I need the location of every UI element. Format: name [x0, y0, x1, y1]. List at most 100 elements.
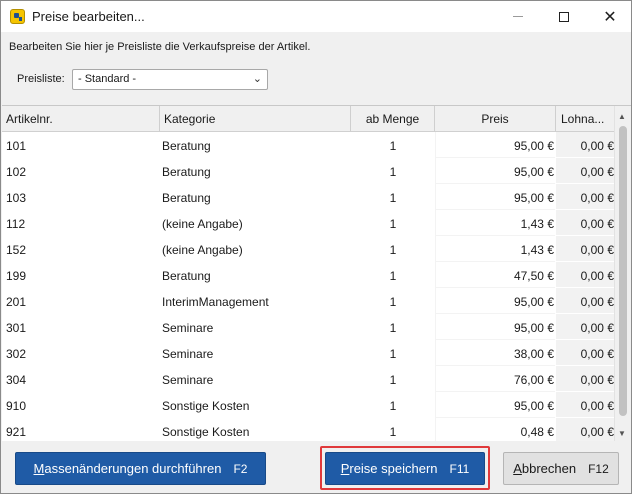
cell-lohnanteil[interactable]: 0,00 € [556, 236, 614, 262]
table-row[interactable]: 101 Beratung 1 95,00 €0,00 € [2, 132, 614, 158]
intro-text: Bearbeiten Sie hier je Preisliste die Ve… [9, 41, 311, 53]
save-mnemonic: P [340, 461, 350, 476]
cancel-shortcut: F12 [588, 461, 609, 476]
dialog-window: Preise bearbeiten... ✕ Bearbeiten Sie hi… [0, 0, 632, 494]
cell-preis[interactable]: 38,00 € [435, 340, 555, 366]
cell-ab-menge[interactable]: 1 [352, 132, 434, 158]
cancel-mnemonic: A [513, 461, 522, 476]
cell-lohnanteil[interactable]: 0,00 € [556, 262, 614, 288]
preisliste-select[interactable]: - Standard - ⌄ [72, 69, 268, 90]
cell-artikelnr: 101 [6, 139, 27, 153]
cell-lohnanteil[interactable]: 0,00 € [556, 184, 614, 210]
window-title: Preise bearbeiten... [32, 9, 145, 24]
mass-change-shortcut: F2 [233, 461, 248, 476]
cell-preis[interactable]: 1,43 € [435, 236, 555, 262]
cell-ab-menge[interactable]: 1 [352, 262, 434, 288]
table-header: Artikelnr. Kategorie ab Menge Preis Lohn… [2, 106, 614, 132]
vertical-scrollbar[interactable]: ▲ ▼ [614, 106, 631, 441]
cell-lohnanteil[interactable]: 0,00 € [556, 392, 614, 418]
cell-ab-menge[interactable]: 1 [352, 210, 434, 236]
cancel-button[interactable]: Abbrechen F12 [503, 452, 619, 485]
cell-preis[interactable]: 76,00 € [435, 366, 555, 392]
cell-artikelnr: 199 [6, 269, 27, 283]
cell-preis[interactable]: 95,00 € [435, 132, 555, 158]
table-row[interactable]: 301 Seminare 1 95,00 €0,00 € [2, 314, 614, 340]
preisliste-label: Preisliste: [17, 73, 65, 85]
table-row[interactable]: 921 Sonstige Kosten 1 0,48 €0,00 € [2, 418, 614, 441]
cell-kategorie: Seminare [162, 373, 214, 387]
cell-kategorie: Sonstige Kosten [162, 425, 250, 439]
cell-artikelnr: 103 [6, 191, 27, 205]
minimize-icon [513, 16, 523, 17]
maximize-icon [559, 11, 569, 22]
cell-preis[interactable]: 95,00 € [435, 184, 555, 210]
minimize-button[interactable] [495, 1, 541, 32]
cell-kategorie: InterimManagement [162, 295, 269, 309]
cell-lohnanteil[interactable]: 0,00 € [556, 158, 614, 184]
table-row[interactable]: 152 (keine Angabe) 1 1,43 €0,00 € [2, 236, 614, 262]
cell-artikelnr: 152 [6, 243, 27, 257]
cell-preis[interactable]: 1,43 € [435, 210, 555, 236]
column-header-lohnanteil[interactable]: Lohna... [556, 106, 614, 132]
cell-ab-menge[interactable]: 1 [352, 288, 434, 314]
column-header-artikelnr[interactable]: Artikelnr. [2, 106, 160, 132]
mass-change-label: assenänderungen durchführen [44, 461, 222, 476]
mass-change-button[interactable]: Massenänderungen durchführen F2 [15, 452, 266, 485]
cell-kategorie: Beratung [162, 165, 211, 179]
cell-lohnanteil[interactable]: 0,00 € [556, 288, 614, 314]
scroll-down-icon[interactable]: ▼ [618, 429, 626, 438]
cell-artikelnr: 112 [6, 217, 26, 231]
save-label: reise speichern [349, 461, 438, 476]
cell-preis[interactable]: 95,00 € [435, 392, 555, 418]
scrollbar-thumb[interactable] [619, 126, 627, 416]
cell-preis[interactable]: 95,00 € [435, 288, 555, 314]
cell-kategorie: Beratung [162, 269, 211, 283]
cell-lohnanteil[interactable]: 0,00 € [556, 340, 614, 366]
cell-preis[interactable]: 0,48 € [435, 418, 555, 441]
close-icon: ✕ [603, 8, 617, 26]
table-row[interactable]: 302 Seminare 1 38,00 €0,00 € [2, 340, 614, 366]
preisliste-selected-value: - Standard - [78, 73, 137, 85]
price-table: Artikelnr. Kategorie ab Menge Preis Lohn… [2, 105, 631, 441]
cell-ab-menge[interactable]: 1 [352, 314, 434, 340]
table-row[interactable]: 112 (keine Angabe) 1 1,43 €0,00 € [2, 210, 614, 236]
close-button[interactable]: ✕ [587, 1, 632, 32]
cell-lohnanteil[interactable]: 0,00 € [556, 314, 614, 340]
cell-lohnanteil[interactable]: 0,00 € [556, 366, 614, 392]
table-row[interactable]: 304 Seminare 1 76,00 €0,00 € [2, 366, 614, 392]
cell-ab-menge[interactable]: 1 [352, 236, 434, 262]
column-header-preis[interactable]: Preis [435, 106, 556, 132]
cell-ab-menge[interactable]: 1 [352, 340, 434, 366]
cell-lohnanteil[interactable]: 0,00 € [556, 210, 614, 236]
cell-preis[interactable]: 95,00 € [435, 314, 555, 340]
app-icon [10, 9, 25, 24]
cell-kategorie: (keine Angabe) [162, 243, 243, 257]
table-row[interactable]: 910 Sonstige Kosten 1 95,00 €0,00 € [2, 392, 614, 418]
table-row[interactable]: 102 Beratung 1 95,00 €0,00 € [2, 158, 614, 184]
cell-lohnanteil[interactable]: 0,00 € [556, 418, 614, 441]
table-row[interactable]: 199 Beratung 1 47,50 €0,00 € [2, 262, 614, 288]
mass-change-mnemonic: M [33, 461, 45, 476]
title-bar[interactable]: Preise bearbeiten... ✕ [1, 1, 631, 32]
scroll-up-icon[interactable]: ▲ [618, 112, 626, 121]
cell-preis[interactable]: 47,50 € [435, 262, 555, 288]
cell-kategorie: Beratung [162, 139, 211, 153]
cell-lohnanteil[interactable]: 0,00 € [556, 132, 614, 158]
table-row[interactable]: 201 InterimManagement 1 95,00 €0,00 € [2, 288, 614, 314]
column-header-kategorie[interactable]: Kategorie [160, 106, 351, 132]
cell-preis[interactable]: 95,00 € [435, 158, 555, 184]
cell-ab-menge[interactable]: 1 [352, 418, 434, 441]
table-row[interactable]: 103 Beratung 1 95,00 €0,00 € [2, 184, 614, 210]
cell-ab-menge[interactable]: 1 [352, 366, 434, 392]
cell-kategorie: (keine Angabe) [162, 217, 243, 231]
cell-ab-menge[interactable]: 1 [352, 392, 434, 418]
cell-ab-menge[interactable]: 1 [352, 158, 434, 184]
save-prices-button[interactable]: Preise speichern F11 [325, 452, 485, 485]
cell-artikelnr: 201 [6, 295, 27, 309]
cell-artikelnr: 102 [6, 165, 27, 179]
cell-kategorie: Beratung [162, 191, 211, 205]
cell-artikelnr: 301 [6, 321, 27, 335]
cell-ab-menge[interactable]: 1 [352, 184, 434, 210]
maximize-button[interactable] [541, 1, 587, 32]
column-header-ab-menge[interactable]: ab Menge [351, 106, 435, 132]
